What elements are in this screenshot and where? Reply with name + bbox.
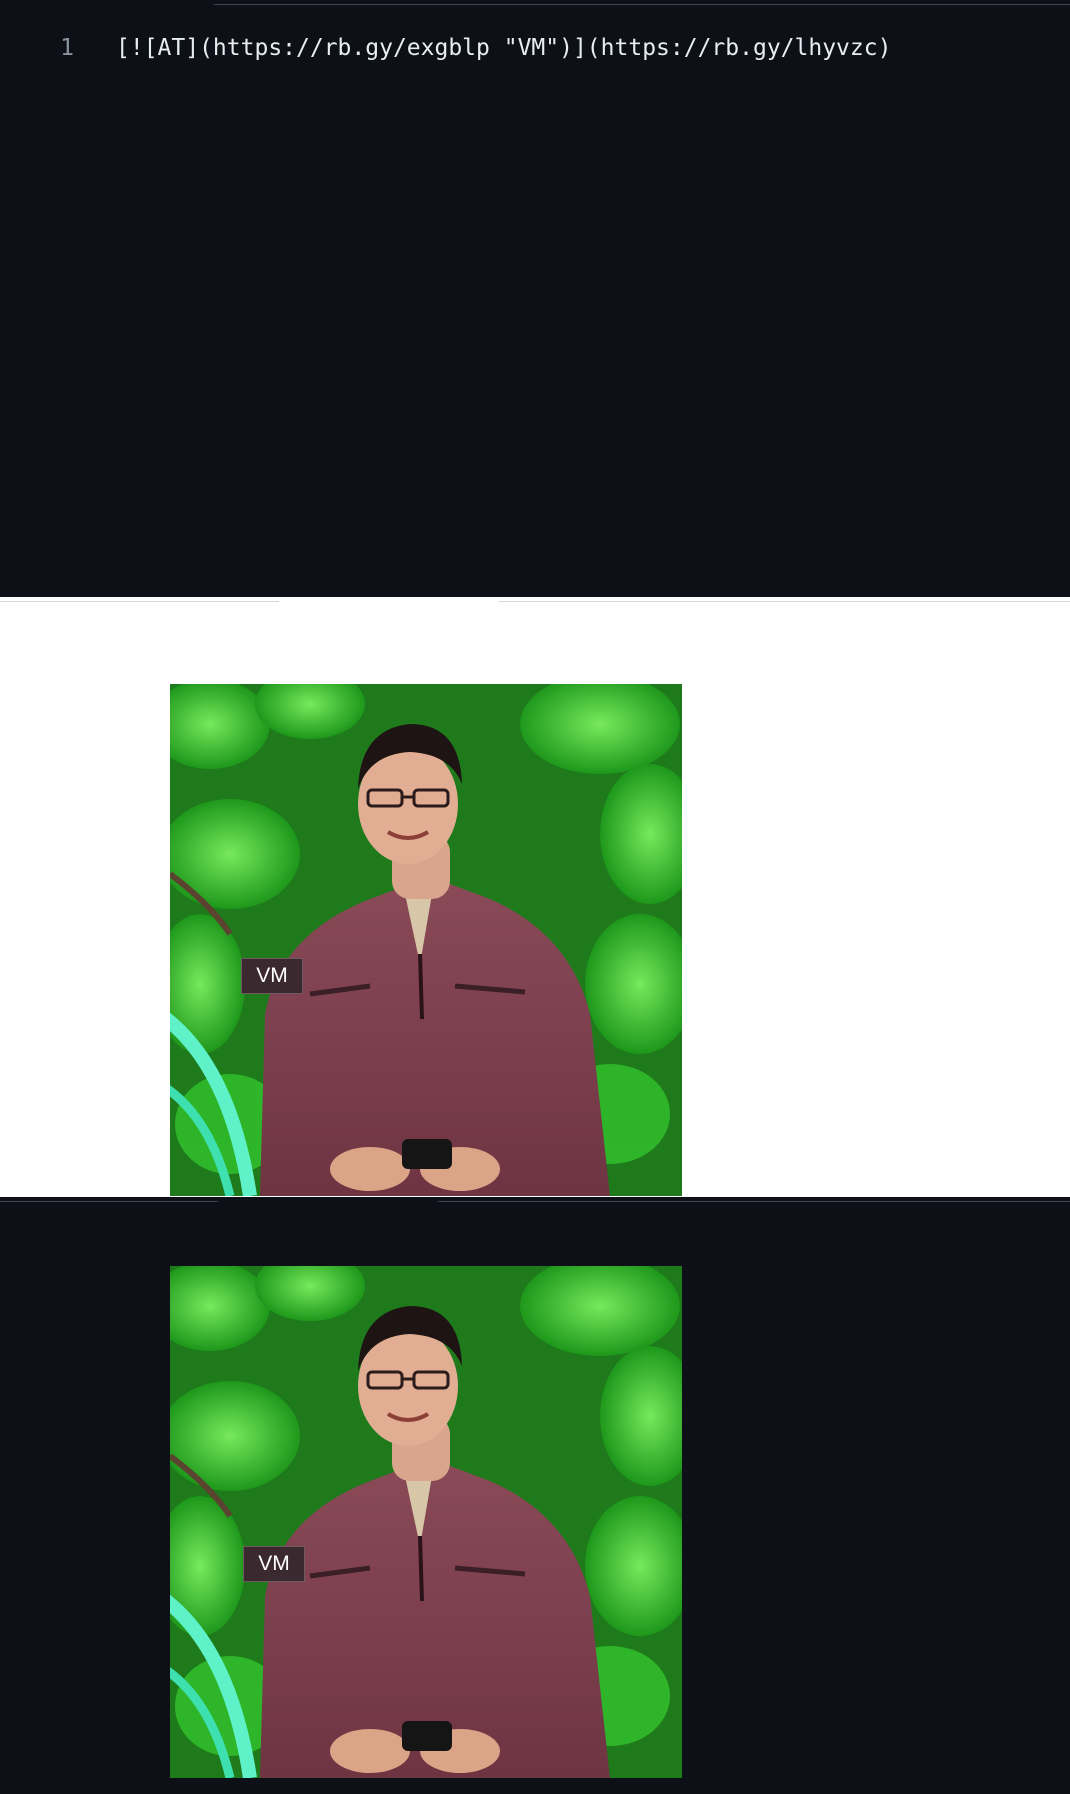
markdown-preview-dark: VM xyxy=(0,1197,1070,1794)
tab-border-left xyxy=(0,1197,218,1202)
portrait-image xyxy=(170,684,682,1196)
preview-tab-bar-dark xyxy=(0,1197,1070,1203)
line-number: 1 xyxy=(60,35,74,61)
line-code[interactable]: [![AT](https://rb.gy/exgblp "VM")](https… xyxy=(116,35,891,61)
tab-border-left xyxy=(0,597,279,602)
code-line[interactable]: 1 [![AT](https://rb.gy/exgblp "VM")](htt… xyxy=(0,30,1070,66)
preview-tab-bar xyxy=(0,597,1070,603)
image-title-tooltip-dark: VM xyxy=(243,1546,305,1582)
code-editor[interactable]: 1 [![AT](https://rb.gy/exgblp "VM")](htt… xyxy=(0,0,1070,597)
markdown-preview-light: VM xyxy=(0,597,1070,1197)
tab-border-right xyxy=(438,1197,1070,1202)
tab-border-right xyxy=(499,597,1070,602)
editor-tab-border xyxy=(214,0,1070,5)
image-title-tooltip: VM xyxy=(241,958,303,994)
image-link-dark[interactable] xyxy=(170,1266,682,1778)
portrait-image-dark xyxy=(170,1266,682,1778)
image-link[interactable] xyxy=(170,684,682,1196)
